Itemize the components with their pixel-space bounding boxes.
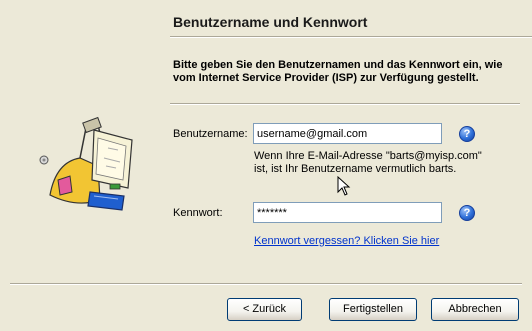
password-input[interactable] [253, 202, 442, 223]
footer-divider [10, 283, 522, 285]
arrow-cursor-icon [337, 176, 351, 196]
forgot-password-link[interactable]: Kennwort vergessen? Klicken Sie hier [254, 235, 439, 247]
computer-illustration [39, 116, 133, 211]
finish-button[interactable]: Fertigstellen [329, 298, 417, 321]
instruction-divider [170, 103, 520, 105]
title-divider [170, 36, 532, 38]
help-icon[interactable]: ? [459, 126, 475, 142]
password-label: Kennwort: [173, 207, 223, 219]
username-input[interactable] [253, 123, 442, 144]
instruction-text: Bitte geben Sie den Benutzernamen und da… [173, 59, 503, 84]
help-icon[interactable]: ? [459, 205, 475, 221]
username-hint: Wenn Ihre E-Mail-Adresse "barts@myisp.co… [254, 150, 482, 175]
cancel-button[interactable]: Abbrechen [431, 298, 519, 321]
back-button[interactable]: < Zurück [227, 298, 302, 321]
wizard-title: Benutzername und Kennwort [173, 14, 368, 30]
username-label: Benutzername: [173, 128, 248, 140]
